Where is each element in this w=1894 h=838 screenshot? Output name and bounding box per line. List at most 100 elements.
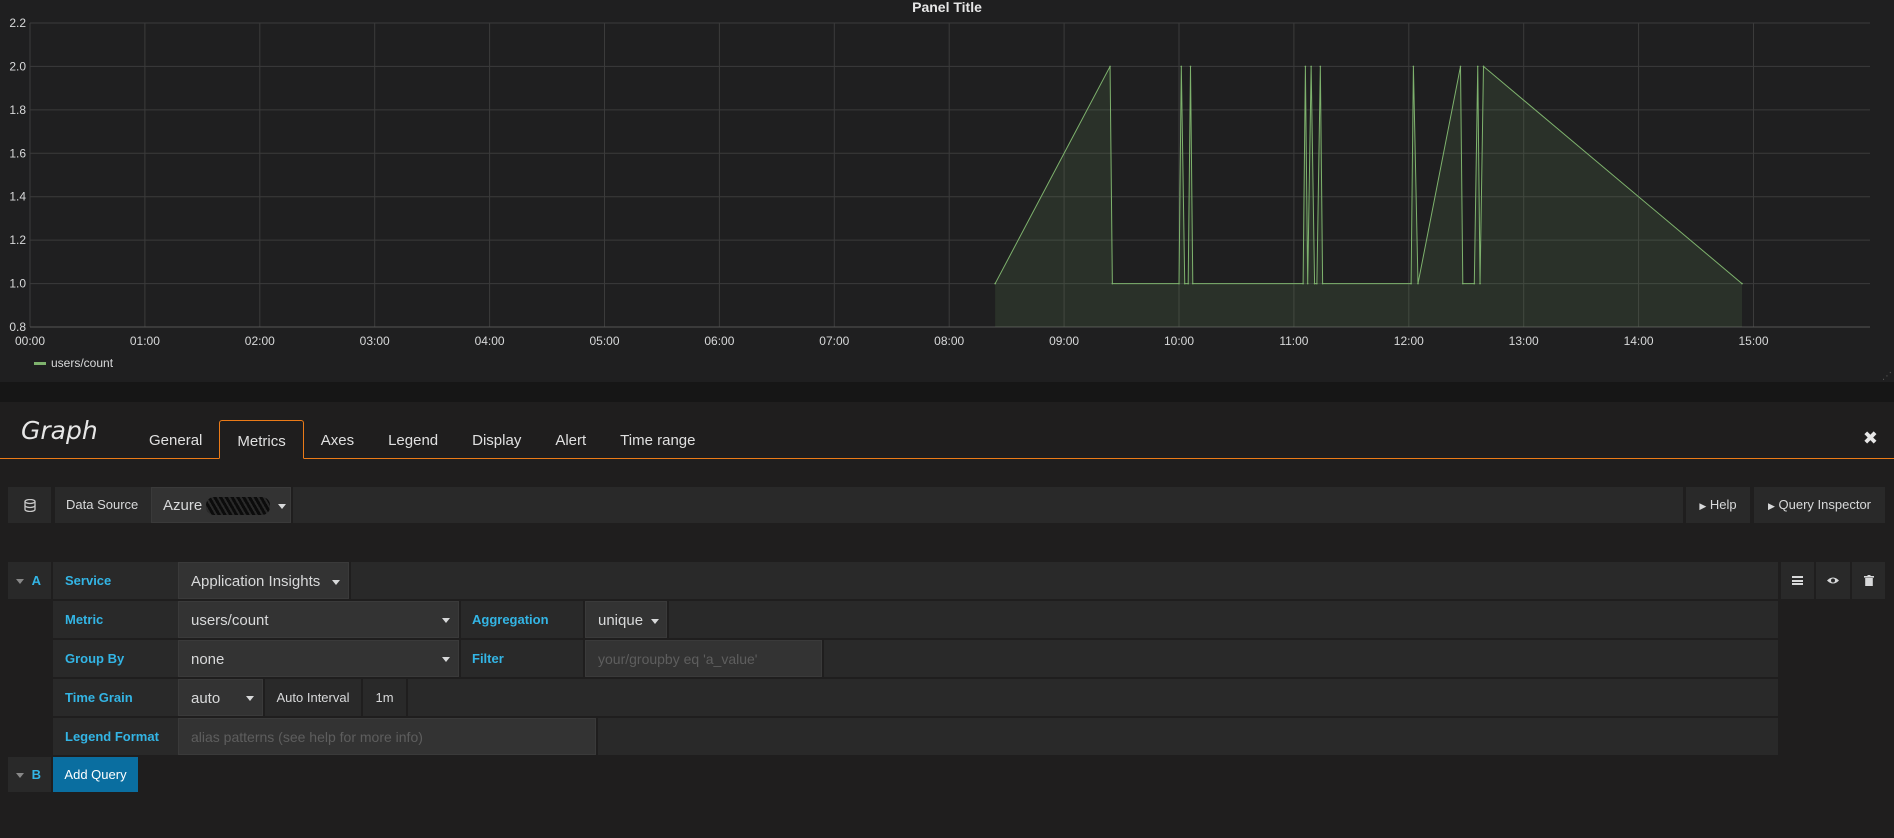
y-tick-label: 1.8 xyxy=(9,103,26,117)
x-tick-label: 06:00 xyxy=(704,334,734,348)
help-button[interactable]: ▶ Help xyxy=(1686,487,1750,523)
timegrain-value: auto xyxy=(191,690,221,707)
groupby-row-fill xyxy=(824,640,1778,677)
caret-down-icon xyxy=(16,579,24,585)
toggle-visibility-button[interactable] xyxy=(1816,562,1850,599)
panel-title[interactable]: Panel Title xyxy=(0,0,1894,15)
filter-label-box: Filter xyxy=(461,640,583,677)
legend-format-input[interactable]: alias patterns (see help for more info) xyxy=(178,718,596,755)
filter-input[interactable]: your/groupby eq 'a_value' xyxy=(585,640,822,677)
groupby-label: Group By xyxy=(65,651,125,666)
x-tick-label: 02:00 xyxy=(245,334,275,348)
data-point xyxy=(1482,65,1485,68)
tab-general[interactable]: General xyxy=(132,420,219,458)
close-icon[interactable]: ✖ xyxy=(1863,428,1878,449)
chevron-down-icon xyxy=(651,618,660,624)
groupby-select[interactable]: none xyxy=(178,640,459,677)
datasource-label: Data Source xyxy=(55,487,151,523)
metric-select[interactable]: users/count xyxy=(178,601,459,638)
service-select[interactable]: Application Insights xyxy=(178,562,349,599)
tab-time-range[interactable]: Time range xyxy=(603,420,712,458)
legend-format-placeholder: alias patterns (see help for more info) xyxy=(191,729,423,745)
data-point xyxy=(1187,282,1189,285)
graph-panel: 0.8 1.0 1.2 1.4 1.6 1.8 2.0 2.2 00:00 01:00 02:00 0… xyxy=(0,0,1894,382)
legend[interactable]: users/count xyxy=(34,356,113,370)
data-point xyxy=(1459,65,1462,68)
chevron-down-icon xyxy=(332,579,341,585)
x-tick-label: 04:00 xyxy=(475,334,505,348)
data-point xyxy=(994,282,996,285)
data-point xyxy=(1313,282,1316,285)
data-point xyxy=(1191,282,1194,285)
query-b-toggle[interactable]: B xyxy=(8,757,51,792)
legend-series-name[interactable]: users/count xyxy=(51,356,113,370)
chevron-down-icon xyxy=(277,503,286,509)
bars-icon xyxy=(1792,576,1803,585)
legend-swatch xyxy=(34,362,46,366)
datasource-value: Azure xyxy=(163,497,203,514)
x-tick-label: 08:00 xyxy=(934,334,964,348)
delete-query-button[interactable] xyxy=(1852,562,1885,599)
aggregation-label-box: Aggregation xyxy=(461,601,583,638)
filter-label: Filter xyxy=(472,651,504,666)
query-a-ref: A xyxy=(31,573,42,588)
timegrain-label: Time Grain xyxy=(65,690,133,705)
timegrain-select[interactable]: auto xyxy=(178,679,263,716)
query-inspector-button[interactable]: ▶ Query Inspector xyxy=(1754,487,1885,523)
data-point xyxy=(1189,65,1192,68)
datasource-select[interactable]: Azure xyxy=(151,487,291,523)
tab-axes[interactable]: Axes xyxy=(304,420,371,458)
data-point xyxy=(1479,282,1481,285)
y-tick-label: 0.8 xyxy=(9,320,26,334)
tab-alert[interactable]: Alert xyxy=(538,420,603,458)
tab-legend[interactable]: Legend xyxy=(371,420,455,458)
timegrain-label-box: Time Grain xyxy=(53,679,178,716)
data-point xyxy=(1178,282,1180,285)
tab-metrics[interactable]: Metrics xyxy=(219,420,304,459)
metric-row-fill xyxy=(669,601,1778,638)
service-label: Service xyxy=(65,573,112,588)
data-point xyxy=(1111,282,1114,285)
y-tick-label: 1.4 xyxy=(9,190,26,204)
data-point xyxy=(1109,65,1111,68)
data-point xyxy=(1302,282,1304,285)
data-point xyxy=(1316,282,1318,285)
chevron-down-icon xyxy=(246,696,254,701)
filter-placeholder: your/groupby eq 'a_value' xyxy=(598,651,758,667)
data-point xyxy=(1306,282,1309,285)
data-point xyxy=(1462,282,1464,285)
query-inspector-label: Query Inspector xyxy=(1778,497,1872,512)
x-tick-label: 05:00 xyxy=(589,334,619,348)
auto-interval-value: 1m xyxy=(363,679,406,716)
editor-title: Graph xyxy=(21,416,98,445)
x-tick-label: 13:00 xyxy=(1509,334,1539,348)
aggregation-select[interactable]: unique xyxy=(585,601,667,638)
data-point xyxy=(1417,282,1419,285)
redacted-scribble xyxy=(206,497,271,516)
legend-format-label-box: Legend Format xyxy=(53,718,178,755)
add-query-button[interactable]: Add Query xyxy=(53,757,138,792)
x-tick-label: 00:00 xyxy=(15,334,45,348)
help-label: Help xyxy=(1709,497,1737,512)
y-tick-label: 2.2 xyxy=(9,16,26,30)
y-tick-label: 2.0 xyxy=(9,59,26,73)
service-value: Application Insights xyxy=(191,573,321,590)
timegrain-row-fill xyxy=(408,679,1778,716)
x-tick-label: 15:00 xyxy=(1738,334,1768,348)
data-point xyxy=(1304,65,1307,68)
menu-button[interactable] xyxy=(1781,562,1814,599)
resize-handle-icon[interactable]: ⋰ xyxy=(1882,371,1892,382)
query-a-toggle[interactable]: A xyxy=(8,562,51,599)
tab-display[interactable]: Display xyxy=(455,420,538,458)
datasource-row-fill xyxy=(293,487,1683,523)
service-row-fill xyxy=(351,562,1778,599)
data-point xyxy=(1180,65,1183,68)
x-tick-label: 01:00 xyxy=(130,334,160,348)
data-point xyxy=(1319,65,1322,68)
y-tick-label: 1.6 xyxy=(9,146,26,160)
metric-label-box: Metric xyxy=(53,601,178,638)
data-point xyxy=(1310,65,1312,68)
y-tick-label: 1.0 xyxy=(9,277,26,291)
legend-format-label: Legend Format xyxy=(65,729,159,744)
chevron-down-icon xyxy=(442,657,450,662)
